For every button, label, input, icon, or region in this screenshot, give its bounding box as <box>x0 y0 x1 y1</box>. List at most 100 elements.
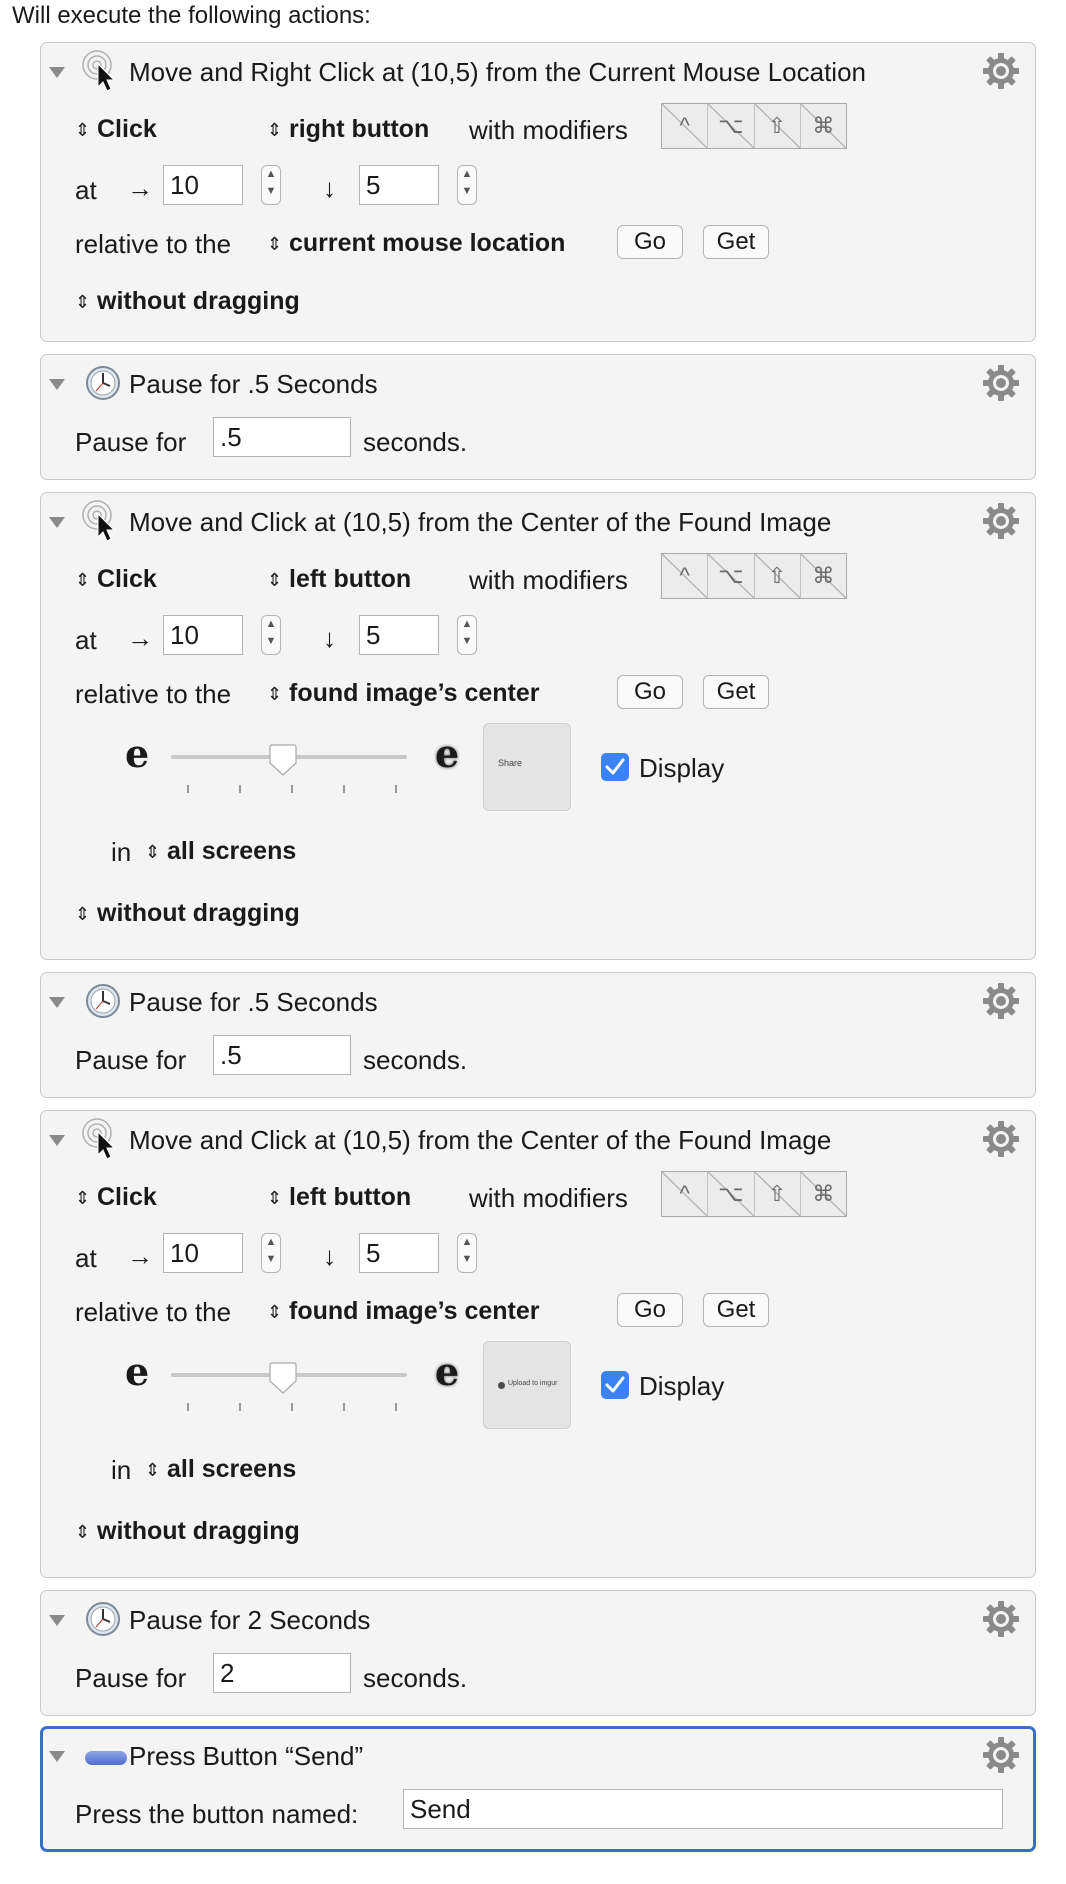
gear-icon[interactable] <box>981 501 1021 541</box>
gear-icon[interactable] <box>981 51 1021 91</box>
click-mode-popup[interactable]: ⇕ Click <box>75 1183 157 1212</box>
y-offset-field[interactable]: 5 <box>359 615 439 655</box>
popup-chevron-icon: ⇕ <box>267 120 283 141</box>
mouse-click-icon <box>82 50 115 92</box>
x-offset-stepper[interactable]: ▲ ▼ <box>261 615 281 655</box>
pause-duration-field[interactable]: .5 <box>213 1035 351 1075</box>
control-modifier[interactable]: ^ <box>662 554 709 598</box>
popup-chevron-icon: ⇕ <box>75 570 91 591</box>
action-move-click-found-image-1[interactable]: Move and Click at (10,5) from the Center… <box>40 492 1036 960</box>
fuzziness-slider-knob[interactable] <box>269 743 297 777</box>
click-mode-popup[interactable]: ⇕ Click <box>75 115 157 144</box>
disclosure-triangle-icon[interactable] <box>49 1751 65 1762</box>
slider-tick <box>239 785 241 793</box>
y-offset-field[interactable]: 5 <box>359 1233 439 1273</box>
display-checkbox[interactable] <box>601 1371 629 1399</box>
y-offset-stepper[interactable]: ▲ ▼ <box>457 1233 477 1273</box>
gear-icon[interactable] <box>981 363 1021 403</box>
seconds-label: seconds. <box>363 427 468 457</box>
get-button[interactable]: Get <box>703 225 769 259</box>
command-modifier[interactable]: ⌘ <box>800 104 846 148</box>
disclosure-triangle-icon[interactable] <box>49 517 65 528</box>
disclosure-triangle-icon[interactable] <box>49 1135 65 1146</box>
go-button[interactable]: Go <box>617 225 683 259</box>
drag-mode-popup[interactable]: ⇕ without dragging <box>75 899 300 928</box>
drag-mode-popup[interactable]: ⇕ without dragging <box>75 287 300 316</box>
found-image-well[interactable]: Share <box>483 723 571 811</box>
popup-chevron-icon: ⇕ <box>267 1188 283 1209</box>
click-mode-popup[interactable]: ⇕ Click <box>75 565 157 594</box>
relative-to-popup[interactable]: ⇕ found image’s center <box>267 679 540 708</box>
action-title: Press Button “Send” <box>129 1741 364 1771</box>
with-modifiers-label: with modifiers <box>469 115 628 145</box>
go-button[interactable]: Go <box>617 675 683 709</box>
disclosure-triangle-icon[interactable] <box>49 997 65 1008</box>
slider-tick <box>291 785 293 793</box>
modifier-keys[interactable]: ^ ⌥ ⇧ ⌘ <box>661 103 847 149</box>
option-modifier[interactable]: ⌥ <box>708 1172 755 1216</box>
action-pause-3[interactable]: Pause for 2 Seconds Pause for 2 seconds. <box>40 1590 1036 1716</box>
y-offset-field[interactable]: 5 <box>359 165 439 205</box>
option-modifier[interactable]: ⌥ <box>708 554 755 598</box>
gear-icon[interactable] <box>981 981 1021 1021</box>
gear-icon[interactable] <box>981 1599 1021 1639</box>
pause-for-label: Pause for <box>75 1663 187 1693</box>
relative-to-popup[interactable]: ⇕ current mouse location <box>267 229 565 258</box>
display-checkbox[interactable] <box>601 753 629 781</box>
action-move-click-found-image-2[interactable]: Move and Click at (10,5) from the Center… <box>40 1110 1036 1578</box>
popup-chevron-icon: ⇕ <box>267 684 283 705</box>
x-offset-field[interactable]: 10 <box>163 615 243 655</box>
popup-chevron-icon: ⇕ <box>75 120 91 141</box>
mouse-button-popup[interactable]: ⇕ left button <box>267 565 411 594</box>
command-modifier[interactable]: ⌘ <box>800 1172 846 1216</box>
press-button-label: Press the button named: <box>75 1799 359 1829</box>
checkmark-icon <box>605 1376 625 1393</box>
action-move-right-click[interactable]: Move and Right Click at (10,5) from the … <box>40 42 1036 342</box>
shift-modifier[interactable]: ⇧ <box>754 104 801 148</box>
get-button[interactable]: Get <box>703 675 769 709</box>
x-offset-stepper[interactable]: ▲ ▼ <box>261 165 281 205</box>
x-offset-field[interactable]: 10 <box>163 1233 243 1273</box>
disclosure-triangle-icon[interactable] <box>49 379 65 390</box>
screens-popup[interactable]: ⇕ all screens <box>145 1455 296 1484</box>
modifier-keys[interactable]: ^ ⌥ ⇧ ⌘ <box>661 1171 847 1217</box>
disclosure-triangle-icon[interactable] <box>49 1615 65 1626</box>
drag-mode-popup[interactable]: ⇕ without dragging <box>75 1517 300 1546</box>
go-button[interactable]: Go <box>617 1293 683 1327</box>
modifier-keys[interactable]: ^ ⌥ ⇧ ⌘ <box>661 553 847 599</box>
relative-to-popup[interactable]: ⇕ found image’s center <box>267 1297 540 1326</box>
command-modifier[interactable]: ⌘ <box>800 554 846 598</box>
popup-chevron-icon: ⇕ <box>75 1188 91 1209</box>
action-pause-2[interactable]: Pause for .5 Seconds Pause for .5 second… <box>40 972 1036 1098</box>
gear-icon[interactable] <box>981 1119 1021 1159</box>
mouse-button-popup[interactable]: ⇕ right button <box>267 115 429 144</box>
fuzziness-slider-knob[interactable] <box>269 1361 297 1395</box>
pause-duration-field[interactable]: .5 <box>213 417 351 457</box>
mouse-click-icon <box>82 500 115 542</box>
slider-tick <box>239 1403 241 1411</box>
right-arrow-icon: → <box>127 623 153 653</box>
fuzziness-low-icon: e <box>125 731 150 776</box>
action-press-button[interactable]: Press Button “Send” Press the button nam… <box>40 1726 1036 1852</box>
found-image-text: Share <box>498 758 523 768</box>
x-offset-field[interactable]: 10 <box>163 165 243 205</box>
mouse-button-popup[interactable]: ⇕ left button <box>267 1183 411 1212</box>
control-modifier[interactable]: ^ <box>662 1172 709 1216</box>
shift-modifier[interactable]: ⇧ <box>754 1172 801 1216</box>
control-modifier[interactable]: ^ <box>662 104 709 148</box>
found-image-well[interactable]: Upload to imgur <box>483 1341 571 1429</box>
get-button[interactable]: Get <box>703 1293 769 1327</box>
action-pause-1[interactable]: Pause for .5 Seconds Pause for .5 second… <box>40 354 1036 480</box>
screens-popup[interactable]: ⇕ all screens <box>145 837 296 866</box>
y-offset-stepper[interactable]: ▲ ▼ <box>457 165 477 205</box>
button-name-field[interactable]: Send <box>403 1789 1003 1829</box>
gear-icon[interactable] <box>981 1735 1021 1775</box>
x-offset-stepper[interactable]: ▲ ▼ <box>261 1233 281 1273</box>
option-modifier[interactable]: ⌥ <box>708 104 755 148</box>
shift-modifier[interactable]: ⇧ <box>754 554 801 598</box>
slider-tick <box>187 785 189 793</box>
pause-duration-field[interactable]: 2 <box>213 1653 351 1693</box>
y-offset-stepper[interactable]: ▲ ▼ <box>457 615 477 655</box>
clock-icon <box>86 984 120 1018</box>
disclosure-triangle-icon[interactable] <box>49 67 65 78</box>
